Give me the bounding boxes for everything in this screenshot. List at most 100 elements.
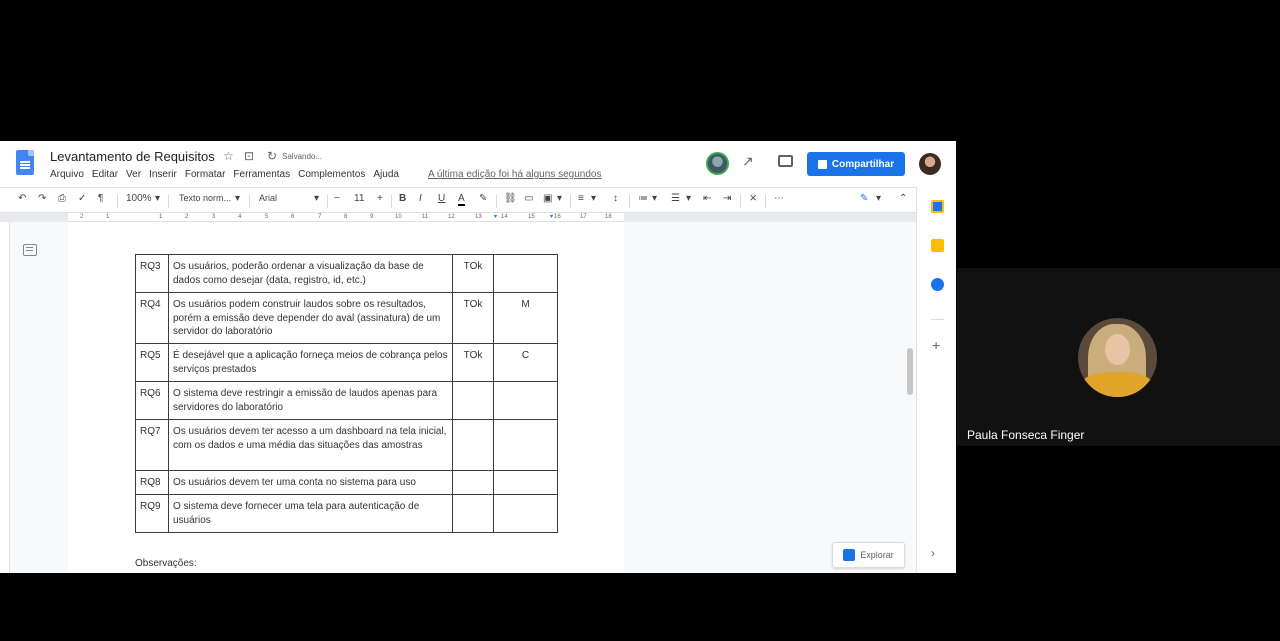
menu-ajuda[interactable]: Ajuda [373, 169, 399, 180]
indent-marker-icon[interactable]: ▾ [494, 213, 497, 220]
font-select[interactable]: Arial [259, 193, 277, 203]
requirement-description[interactable]: O sistema deve restringir a emissão de l… [168, 381, 453, 420]
requirement-description[interactable]: O sistema deve fornecer uma tela para au… [168, 494, 453, 533]
calendar-icon[interactable] [931, 200, 944, 213]
star-icon[interactable]: ☆ [223, 149, 234, 163]
document-title[interactable]: Levantamento de Requisitos [50, 149, 215, 164]
add-addon-icon[interactable]: + [932, 337, 940, 353]
align-icon[interactable]: ≡ [578, 193, 584, 204]
docs-logo-icon[interactable] [16, 150, 34, 175]
chevron-right-icon[interactable]: › [931, 546, 935, 560]
chevron-down-icon: ▾ [591, 193, 597, 204]
panel-divider [931, 319, 944, 320]
move-folder-icon[interactable]: ⊡ [244, 149, 254, 163]
collapse-menu-icon[interactable]: ⌃ [899, 193, 907, 204]
share-button[interactable]: Compartilhar [807, 152, 905, 176]
toolbar-divider [765, 194, 766, 208]
font-size-input[interactable]: 11 [354, 193, 364, 204]
horizontal-ruler[interactable]: 2 1 1 2 3 4 5 6 7 8 9 10 11 12 13 14 15 … [68, 213, 624, 222]
comment-history-icon[interactable] [778, 155, 793, 167]
increase-font-size-button[interactable]: + [377, 193, 383, 204]
decrease-font-size-button[interactable]: − [334, 193, 340, 204]
requirement-status[interactable]: TOk [452, 292, 494, 344]
toolbar-divider [168, 194, 169, 208]
chevron-down-icon: ▾ [557, 193, 563, 204]
clear-formatting-icon[interactable]: ⨯ [749, 193, 757, 204]
vertical-ruler[interactable] [0, 222, 10, 573]
document-outline-icon[interactable] [23, 244, 37, 256]
requirement-priority[interactable] [493, 254, 558, 293]
requirement-description[interactable]: Os usuários, poderão ordenar a visualiza… [168, 254, 453, 293]
tasks-icon[interactable] [931, 278, 944, 291]
requirement-status[interactable] [452, 381, 494, 420]
requirement-status[interactable] [452, 470, 494, 495]
increase-indent-icon[interactable]: ⇥ [723, 193, 731, 204]
observations-heading[interactable]: Observações: [135, 558, 197, 569]
requirement-id[interactable]: RQ5 [135, 343, 169, 382]
more-options-icon[interactable]: ⋯ [774, 193, 784, 204]
requirement-status[interactable]: TOk [452, 254, 494, 293]
paint-format-icon[interactable]: ¶ [98, 193, 103, 204]
link-icon[interactable]: ⛓ [504, 193, 517, 204]
requirement-status[interactable]: TOk [452, 343, 494, 382]
italic-icon[interactable]: I [419, 193, 422, 204]
spellcheck-icon[interactable]: ✓ [78, 193, 86, 204]
requirement-description[interactable]: Os usuários devem ter acesso a um dashbo… [168, 419, 453, 471]
menu-complementos[interactable]: Complementos [298, 169, 365, 180]
requirement-priority[interactable] [493, 470, 558, 495]
chevron-down-icon: ▾ [235, 193, 241, 204]
requirement-description[interactable]: É desejável que a aplicação forneça meio… [168, 343, 453, 382]
requirement-status[interactable] [452, 419, 494, 471]
menu-ver[interactable]: Ver [126, 169, 141, 180]
ruler-number: 1 [106, 214, 110, 220]
undo-icon[interactable]: ↶ [18, 193, 26, 204]
requirement-description[interactable]: Os usuários podem construir laudos sobre… [168, 292, 453, 344]
requirement-status[interactable] [452, 494, 494, 533]
paragraph-style-select[interactable]: Texto norm... [179, 193, 231, 203]
requirement-id[interactable]: RQ3 [135, 254, 169, 293]
requirement-priority[interactable]: C [493, 343, 558, 382]
numbered-list-icon[interactable]: ≔ [638, 193, 648, 204]
line-spacing-icon[interactable]: ↕ [613, 193, 618, 204]
requirement-id[interactable]: RQ8 [135, 470, 169, 495]
insert-image-icon[interactable]: ▣ [543, 193, 552, 204]
redo-icon[interactable]: ↷ [38, 193, 46, 204]
user-avatar[interactable] [919, 153, 941, 175]
requirement-id[interactable]: RQ9 [135, 494, 169, 533]
activity-trend-icon[interactable]: ↗ [742, 153, 754, 170]
table-row: RQ6 O sistema deve restringir a emissão … [135, 381, 558, 420]
menu-ferramentas[interactable]: Ferramentas [233, 169, 290, 180]
requirement-id[interactable]: RQ4 [135, 292, 169, 344]
docs-titlebar: Levantamento de Requisitos ☆ ⊡ ↻ Salvand… [0, 141, 956, 187]
requirement-priority[interactable] [493, 419, 558, 471]
ruler-number: 8 [344, 214, 348, 220]
menu-inserir[interactable]: Inserir [149, 169, 177, 180]
requirement-priority[interactable] [493, 494, 558, 533]
underline-icon[interactable]: U [438, 193, 445, 204]
bulleted-list-icon[interactable]: ☰ [671, 193, 680, 204]
requirement-description[interactable]: Os usuários devem ter uma conta no siste… [168, 470, 453, 495]
menu-arquivo[interactable]: Arquivo [50, 169, 84, 180]
requirement-id[interactable]: RQ7 [135, 419, 169, 471]
highlight-icon[interactable]: ✎ [479, 193, 487, 204]
requirement-priority[interactable]: M [493, 292, 558, 344]
text-color-icon[interactable]: A [458, 193, 465, 206]
keep-icon[interactable] [931, 239, 944, 252]
add-comment-icon[interactable]: ▭ [524, 193, 533, 204]
decrease-indent-icon[interactable]: ⇤ [703, 193, 711, 204]
editing-mode-icon[interactable]: ✎ [860, 193, 868, 204]
collaborator-avatar[interactable] [706, 152, 729, 175]
last-edit-link[interactable]: A última edição foi há alguns segundos [428, 169, 601, 180]
vertical-scrollbar[interactable] [907, 348, 913, 395]
print-icon[interactable]: ⎙ [58, 193, 66, 204]
menu-formatar[interactable]: Formatar [185, 169, 226, 180]
zoom-select[interactable]: 100% [126, 193, 152, 204]
bold-icon[interactable]: B [399, 193, 406, 204]
explore-button[interactable]: Explorar [832, 542, 905, 568]
menu-editar[interactable]: Editar [92, 169, 118, 180]
indent-marker-icon[interactable]: ▾ [550, 213, 553, 220]
requirement-id[interactable]: RQ6 [135, 381, 169, 420]
requirement-priority[interactable] [493, 381, 558, 420]
ruler-margin-right [624, 213, 916, 222]
table-row: RQ3 Os usuários, poderão ordenar a visua… [135, 254, 558, 293]
